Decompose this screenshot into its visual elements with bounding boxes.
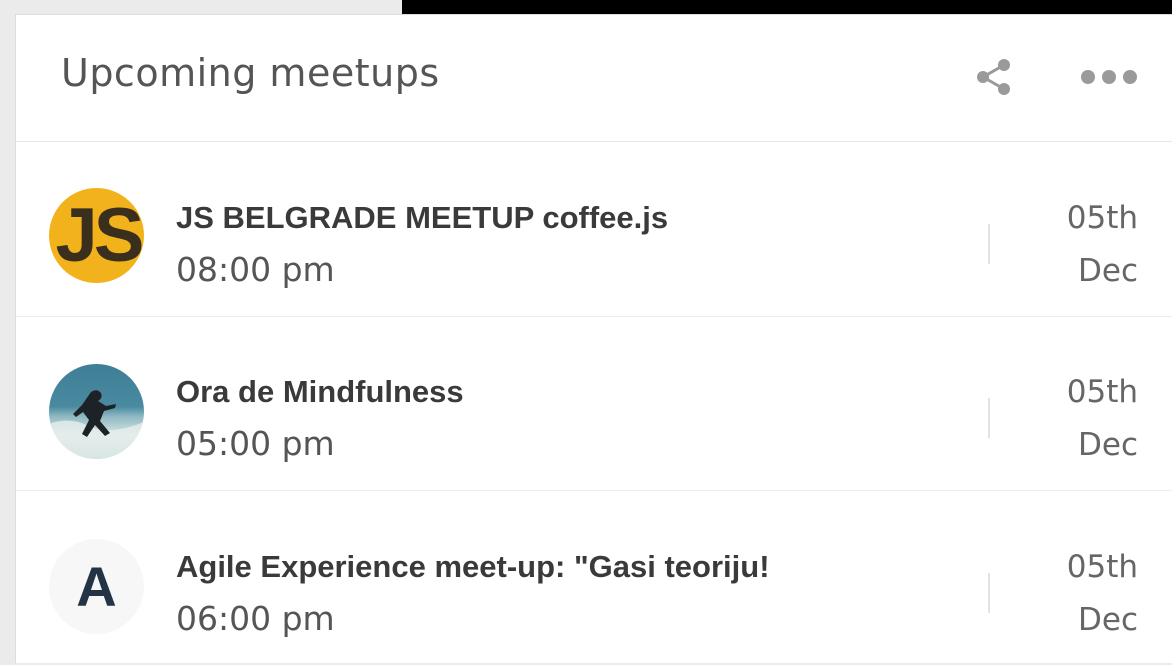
surfer-photo-avatar <box>49 364 144 459</box>
avatar-initials: JS <box>55 193 144 278</box>
meetup-title[interactable]: Ora de Mindfulness <box>176 374 464 410</box>
share-icon[interactable] <box>974 57 1014 97</box>
meetup-time: 06:00 pm <box>176 599 335 638</box>
surfer-photo-image <box>49 364 144 459</box>
meetup-month: Dec <box>1078 253 1138 289</box>
meetup-month: Dec <box>1078 427 1138 463</box>
more-horizontal-icon[interactable] <box>1078 65 1140 89</box>
avatar-initials: A <box>76 555 117 618</box>
agile-avatar: A <box>49 539 144 634</box>
widget-header: Upcoming meetups <box>16 15 1172 142</box>
row-divider <box>988 224 990 264</box>
meetup-title[interactable]: Agile Experience meet-up: "Gasi teoriju! <box>176 549 770 585</box>
meetup-row[interactable]: JS JS BELGRADE MEETUP coffee.js 08:00 pm… <box>16 142 1172 317</box>
upcoming-meetups-widget: Upcoming meetups JS JS BELGRADE MEETUP c… <box>15 14 1172 663</box>
meetup-month: Dec <box>1078 602 1138 638</box>
widget-title: Upcoming meetups <box>61 51 440 95</box>
row-divider <box>988 573 990 613</box>
row-divider <box>988 398 990 438</box>
meetup-title[interactable]: JS BELGRADE MEETUP coffee.js <box>176 200 668 236</box>
meetup-day: 05th <box>1066 200 1138 236</box>
top-dark-bar <box>402 0 1172 14</box>
meetup-time: 05:00 pm <box>176 424 335 463</box>
meetup-day: 05th <box>1066 374 1138 410</box>
meetup-time: 08:00 pm <box>176 250 335 289</box>
js-avatar: JS <box>49 188 144 283</box>
meetup-day: 05th <box>1066 549 1138 585</box>
meetup-row[interactable]: A Agile Experience meet-up: "Gasi teorij… <box>16 491 1172 665</box>
meetup-row[interactable]: Ora de Mindfulness 05:00 pm 05th Dec <box>16 316 1172 491</box>
